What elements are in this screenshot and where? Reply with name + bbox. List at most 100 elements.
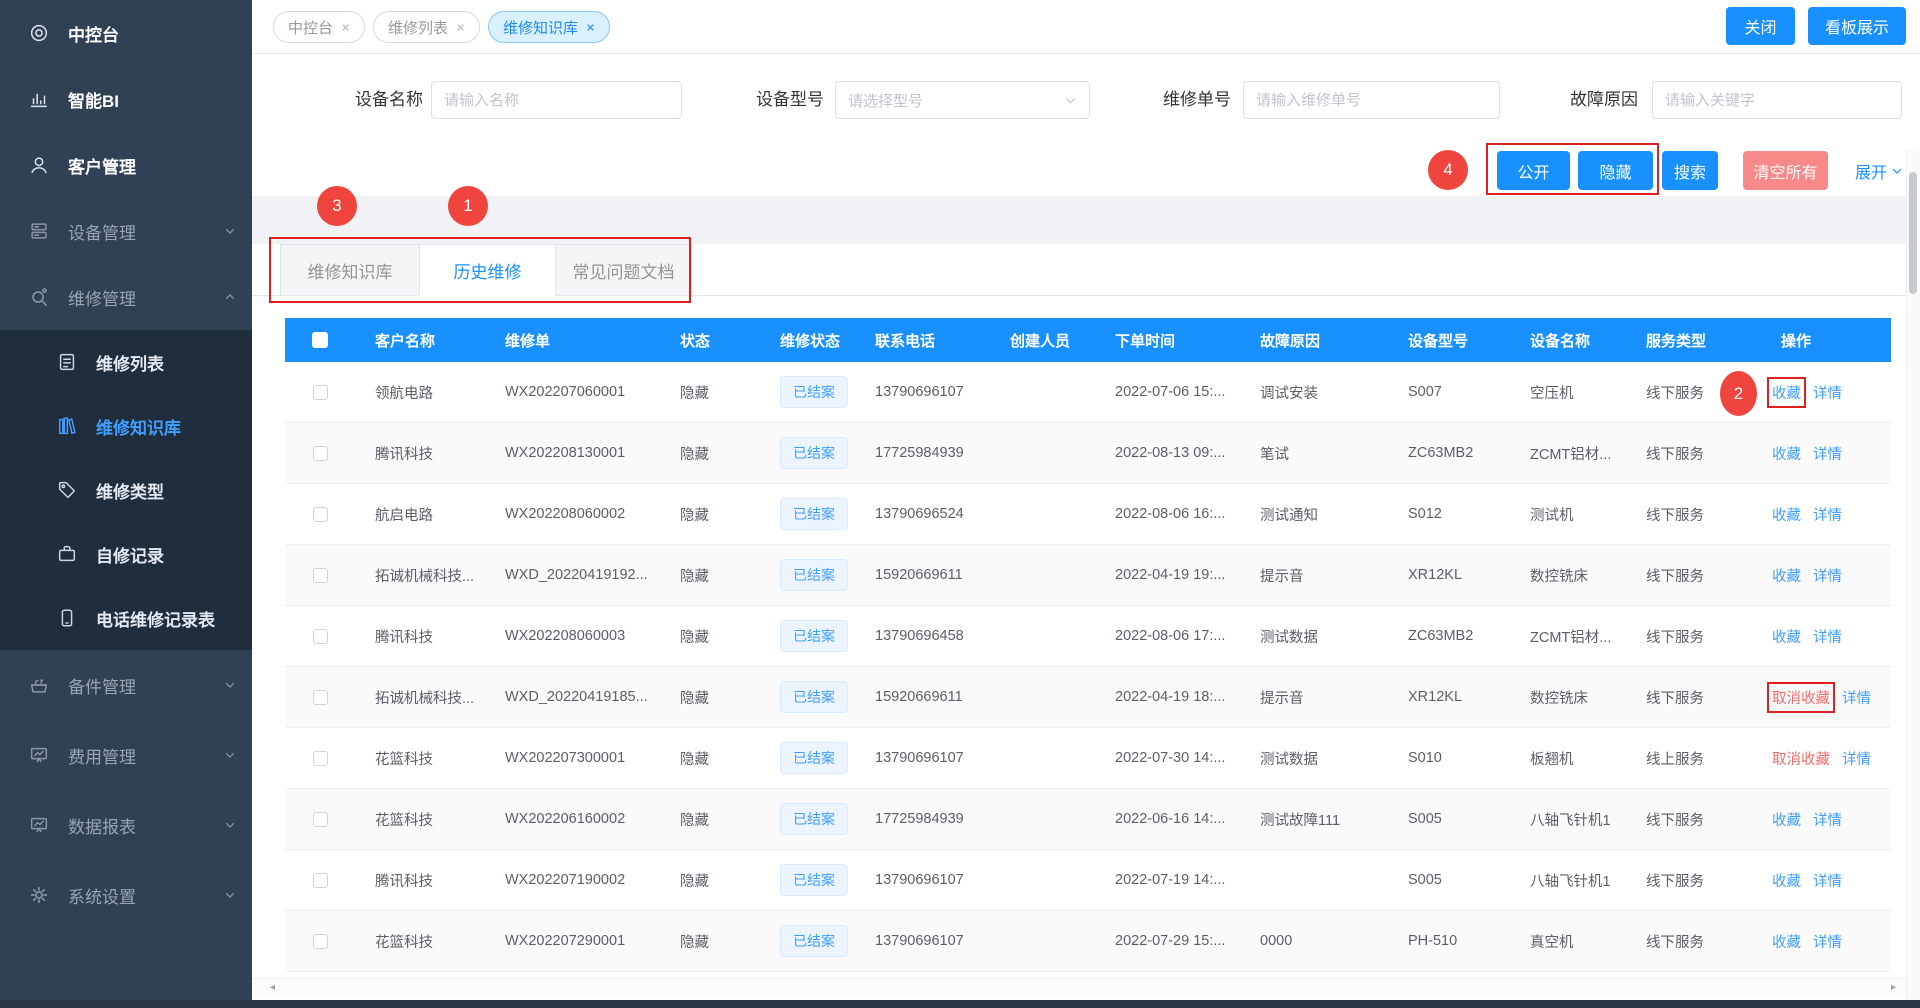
close-icon[interactable] xyxy=(586,23,595,32)
close-icon[interactable] xyxy=(456,23,465,32)
sidebar-item-label: 维修列表 xyxy=(96,350,164,375)
cell-device-name: 空压机 xyxy=(1510,362,1626,422)
cell-creator xyxy=(990,911,1095,971)
sidebar-item-spare-parts[interactable]: 备件管理 xyxy=(0,650,252,720)
cell-customer: 花篮科技 xyxy=(355,789,485,849)
sidebar-item-console[interactable]: 中控台 xyxy=(0,0,252,66)
favorite-link[interactable]: 收藏 xyxy=(1772,565,1801,586)
sidebar-item-devices[interactable]: 设备管理 xyxy=(0,198,252,264)
table-row: 花篮科技WX202206160002隐藏已结案177259849392022-0… xyxy=(285,789,1891,850)
board-display-button[interactable]: 看板展示 xyxy=(1808,7,1906,45)
content-card: 维修知识库 历史维修 常见问题文档 客户名称维修单状态维修状态联系电话创建人员下… xyxy=(252,244,1920,1000)
cell-order-no: WX202207190002 xyxy=(485,850,660,910)
detail-link[interactable]: 详情 xyxy=(1813,931,1842,952)
column-header: 联系电话 xyxy=(855,318,990,362)
close-icon[interactable] xyxy=(341,23,350,32)
cell-creator xyxy=(990,606,1095,666)
favorite-link[interactable]: 收藏 xyxy=(1772,809,1801,830)
detail-link[interactable]: 详情 xyxy=(1813,626,1842,647)
column-header: 创建人员 xyxy=(990,318,1095,362)
row-checkbox[interactable] xyxy=(313,751,328,766)
horizontal-scrollbar[interactable]: ◂ ▸ xyxy=(252,978,1920,994)
tab-pill-label: 维修列表 xyxy=(388,17,448,38)
detail-link[interactable]: 详情 xyxy=(1813,382,1842,403)
cell-fault-reason: 测试数据 xyxy=(1240,606,1388,666)
repair-order-input[interactable] xyxy=(1243,81,1500,119)
sidebar-item-bi[interactable]: 智能BI xyxy=(0,66,252,132)
sidebar-item-knowledge-base[interactable]: 维修知识库 xyxy=(0,394,252,458)
cell-order-time: 2022-04-19 18:... xyxy=(1095,667,1240,727)
row-checkbox[interactable] xyxy=(313,934,328,949)
favorite-link[interactable]: 收藏 xyxy=(1772,504,1801,525)
favorite-link[interactable]: 收藏 xyxy=(1772,931,1801,952)
row-checkbox[interactable] xyxy=(313,446,328,461)
cell-service-type: 线下服务 xyxy=(1626,484,1761,544)
device-name-input[interactable] xyxy=(431,81,682,119)
scroll-right-arrow-icon[interactable]: ▸ xyxy=(1891,982,1896,993)
cancel-favorite-link[interactable]: 取消收藏 xyxy=(1772,748,1830,769)
row-checkbox[interactable] xyxy=(313,629,328,644)
cell-fault-reason: 提示音 xyxy=(1240,545,1388,605)
sidebar-item-repair-list[interactable]: 维修列表 xyxy=(0,330,252,394)
row-checkbox[interactable] xyxy=(313,568,328,583)
header-checkbox[interactable] xyxy=(312,332,328,348)
cell-phone: 13790696458 xyxy=(855,606,990,666)
clear-all-button[interactable]: 清空所有 xyxy=(1743,151,1828,190)
cancel-favorite-link[interactable]: 取消收藏 xyxy=(1772,687,1830,708)
detail-link[interactable]: 详情 xyxy=(1813,809,1842,830)
fault-reason-input[interactable] xyxy=(1652,81,1902,119)
sidebar-item-phone-repair-log[interactable]: 电话维修记录表 xyxy=(0,586,252,650)
cell-order-time: 2022-04-19 19:... xyxy=(1095,545,1240,605)
device-model-select[interactable]: 请选择型号 xyxy=(835,81,1090,119)
phone-icon xyxy=(56,607,78,629)
cell-creator xyxy=(990,362,1095,422)
sidebar-item-repair-types[interactable]: 维修类型 xyxy=(0,458,252,522)
cell-device-model: S010 xyxy=(1388,728,1510,788)
cell-service-type: 线下服务 xyxy=(1626,850,1761,910)
sidebar-item-costs[interactable]: 费用管理 xyxy=(0,720,252,790)
row-checkbox[interactable] xyxy=(313,873,328,888)
sidebar-item-settings[interactable]: 系统设置 xyxy=(0,860,252,930)
row-checkbox[interactable] xyxy=(313,507,328,522)
favorite-link[interactable]: 收藏 xyxy=(1772,870,1801,891)
cell-service-type: 线下服务 xyxy=(1626,911,1761,971)
sidebar-item-customers[interactable]: 客户管理 xyxy=(0,132,252,198)
row-checkbox[interactable] xyxy=(313,690,328,705)
cell-order-no: WX202208060003 xyxy=(485,606,660,666)
favorite-link[interactable]: 收藏 xyxy=(1772,382,1801,403)
scroll-left-arrow-icon[interactable]: ◂ xyxy=(270,982,275,993)
tab-pill-console[interactable]: 中控台 xyxy=(273,11,365,43)
sidebar-item-label: 中控台 xyxy=(68,21,119,46)
cell-order-time: 2022-08-06 16:... xyxy=(1095,484,1240,544)
detail-link[interactable]: 详情 xyxy=(1813,870,1842,891)
tab-pill-repair-list[interactable]: 维修列表 xyxy=(373,11,480,43)
detail-link[interactable]: 详情 xyxy=(1813,565,1842,586)
sidebar-bottom-items: 备件管理 费用管理 数据报表 xyxy=(0,650,252,930)
sidebar-item-repair[interactable]: 维修管理 xyxy=(0,264,252,330)
sidebar-item-reports[interactable]: 数据报表 xyxy=(0,790,252,860)
row-checkbox[interactable] xyxy=(313,812,328,827)
detail-link[interactable]: 详情 xyxy=(1813,504,1842,525)
cell-status: 隐藏 xyxy=(660,911,760,971)
row-checkbox[interactable] xyxy=(313,385,328,400)
chevron-up-icon xyxy=(224,291,236,303)
tab-pill-knowledge-base[interactable]: 维修知识库 xyxy=(488,11,610,43)
favorite-link[interactable]: 收藏 xyxy=(1772,443,1801,464)
device-name-label: 设备名称 xyxy=(349,81,423,119)
search-button[interactable]: 搜索 xyxy=(1662,151,1718,190)
close-page-button[interactable]: 关闭 xyxy=(1726,7,1795,45)
detail-link[interactable]: 详情 xyxy=(1813,443,1842,464)
sidebar-item-self-repair[interactable]: 自修记录 xyxy=(0,522,252,586)
detail-link[interactable]: 详情 xyxy=(1842,687,1871,708)
column-header: 设备型号 xyxy=(1388,318,1510,362)
vertical-scrollbar-thumb[interactable] xyxy=(1909,172,1917,294)
favorite-link[interactable]: 收藏 xyxy=(1772,626,1801,647)
cell-status: 隐藏 xyxy=(660,667,760,727)
sidebar-item-label: 费用管理 xyxy=(68,743,136,768)
column-header: 客户名称 xyxy=(355,318,485,362)
detail-link[interactable]: 详情 xyxy=(1842,748,1871,769)
repair-status-badge: 已结案 xyxy=(780,925,848,957)
cell-device-model: S012 xyxy=(1388,484,1510,544)
expand-toggle[interactable]: 展开 xyxy=(1855,151,1903,190)
column-header: 维修状态 xyxy=(760,318,855,362)
